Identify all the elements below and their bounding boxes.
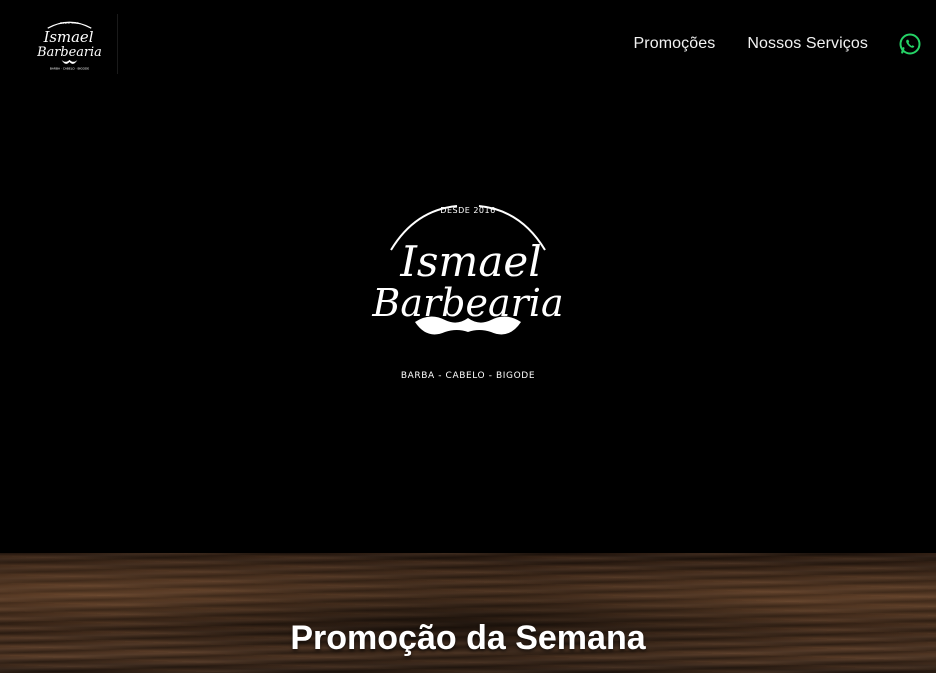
hero-logo: DESDE 2016 Ismael Barbearia BARBA - CABE… — [371, 205, 564, 381]
promo-section: Promoção da Semana — [0, 553, 936, 673]
nav-link-promocoes[interactable]: Promoções — [634, 35, 716, 53]
nav-logo-since: DESDE 2016 — [60, 21, 79, 25]
hero: DESDE 2016 Ismael Barbearia BARBA - CABE… — [0, 88, 936, 553]
hero-logo-since: DESDE 2016 — [440, 206, 495, 215]
nav-link-servicos[interactable]: Nossos Serviços — [747, 35, 868, 53]
mustache-icon — [415, 316, 521, 335]
hero-logo-script-1: Ismael — [399, 237, 541, 286]
nav-logo[interactable]: DESDE 2016 Ismael Barbearia BARBA · CABE… — [22, 14, 118, 74]
nav-logo-tagline: BARBA · CABELO · BIGODE — [50, 67, 89, 71]
promo-title: Promoção da Semana — [290, 619, 646, 657]
hero-logo-tagline: BARBA - CABELO - BIGODE — [401, 371, 535, 381]
navbar: DESDE 2016 Ismael Barbearia BARBA · CABE… — [0, 0, 936, 88]
nav-logo-script-2: Barbearia — [36, 45, 102, 60]
nav-logo-script-1: Ismael — [43, 29, 94, 46]
nav-links: Promoções Nossos Serviços — [634, 0, 922, 88]
whatsapp-icon[interactable] — [898, 32, 922, 56]
